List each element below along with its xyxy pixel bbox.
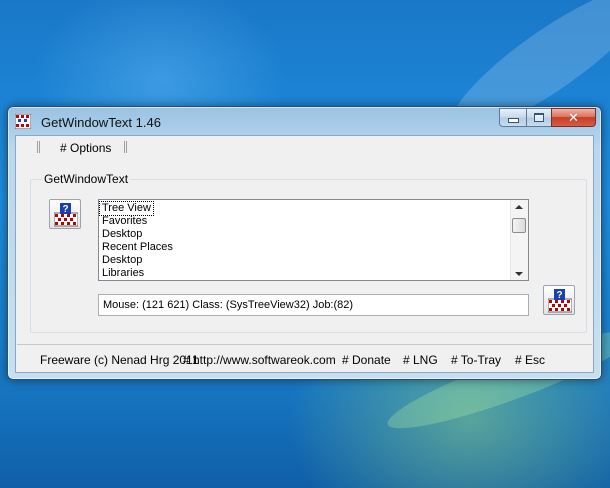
list-item[interactable]: Recent Places xyxy=(102,241,173,254)
svg-text:?: ? xyxy=(556,290,562,301)
drag-finder-button[interactable]: ? xyxy=(49,199,81,229)
list-item[interactable]: Desktop xyxy=(102,254,142,267)
list-item[interactable]: Libraries xyxy=(102,267,144,280)
drag-finder-button-secondary[interactable]: ? xyxy=(543,285,575,315)
svg-text:?: ? xyxy=(62,204,68,215)
list-item[interactable]: Desktop xyxy=(102,228,142,241)
window-title: GetWindowText 1.46 xyxy=(41,115,161,130)
title-bar[interactable]: GetWindowText 1.46 ✕ xyxy=(8,107,601,135)
app-icon xyxy=(15,114,31,129)
window-controls: ✕ xyxy=(499,108,596,127)
maximize-icon xyxy=(534,113,544,122)
donate-link[interactable]: # Donate xyxy=(342,353,391,367)
app-window[interactable]: GetWindowText 1.46 ✕ # Options GetWindow… xyxy=(7,106,602,380)
list-item[interactable]: Favorites xyxy=(102,215,147,228)
mouse-info-field[interactable]: Mouse: (121 621) Class: (SysTreeView32) … xyxy=(98,294,529,316)
group-label: GetWindowText xyxy=(42,172,131,186)
language-link[interactable]: # LNG xyxy=(403,353,438,367)
list-item[interactable]: Tree View xyxy=(99,201,154,216)
minimize-icon xyxy=(507,118,519,123)
esc-link[interactable]: # Esc xyxy=(515,353,545,367)
minimize-button[interactable] xyxy=(499,108,526,127)
close-icon: ✕ xyxy=(568,109,579,125)
scroll-down-icon[interactable] xyxy=(515,272,523,276)
maximize-button[interactable] xyxy=(526,108,551,127)
to-tray-link[interactable]: # To-Tray xyxy=(451,353,501,367)
close-button[interactable]: ✕ xyxy=(551,108,596,127)
menu-separator xyxy=(124,141,127,153)
menu-bar: # Options xyxy=(16,136,593,158)
scroll-thumb[interactable] xyxy=(512,218,526,233)
list-scrollbar[interactable] xyxy=(510,200,528,280)
drag-finder-icon: ? xyxy=(54,203,78,227)
drag-finder-icon: ? xyxy=(548,289,572,313)
window-tree-list[interactable]: Tree View Favorites Desktop Recent Place… xyxy=(98,199,529,281)
menu-options[interactable]: # Options xyxy=(60,141,111,155)
client-area: # Options GetWindowText ? Tree View Favo… xyxy=(15,135,594,373)
website-link[interactable]: # http://www.softwareok.com xyxy=(183,353,336,367)
footer-bar: Freeware (c) Nenad Hrg 2011 # http://www… xyxy=(17,344,592,371)
freeware-label: Freeware (c) Nenad Hrg 2011 xyxy=(40,353,199,367)
scroll-up-icon[interactable] xyxy=(515,205,523,209)
menu-separator xyxy=(37,141,40,153)
